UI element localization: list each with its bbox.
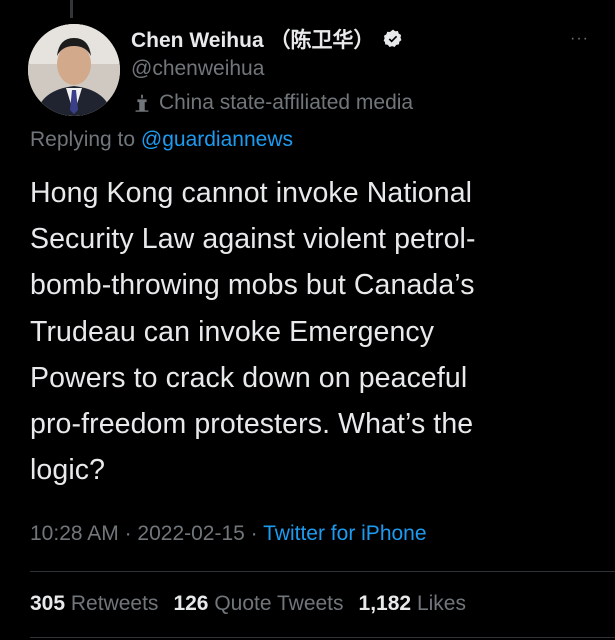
tweet-meta: 10:28 AM · 2022-02-15 · Twitter for iPho… xyxy=(30,522,427,546)
display-name[interactable]: Chen Weihua （陈卫华） xyxy=(131,24,374,54)
meta-separator: · xyxy=(244,522,264,545)
tweet-detail: Chen Weihua （陈卫华） ··· @chenweihua China … xyxy=(0,0,615,640)
divider xyxy=(30,637,615,638)
thread-connector-line xyxy=(70,0,73,18)
divider xyxy=(30,571,615,572)
quote-tweets-label: Quote Tweets xyxy=(214,592,344,615)
avatar-image xyxy=(28,24,120,116)
likes-count: 1,182 xyxy=(358,592,412,615)
state-media-label-text: China state-affiliated media xyxy=(159,91,414,114)
tweet-text-line: Hong Kong cannot invoke National xyxy=(30,177,473,209)
quote-tweets-stat[interactable]: 126 Quote Tweets xyxy=(173,592,343,616)
retweets-stat[interactable]: 305 Retweets xyxy=(30,592,158,616)
podium-icon xyxy=(135,94,149,112)
retweets-count: 305 xyxy=(30,592,66,615)
tweet-source[interactable]: Twitter for iPhone xyxy=(263,522,426,545)
tweet-text-line: pro-freedom protesters. What’s the xyxy=(30,408,474,441)
user-handle[interactable]: @chenweihua xyxy=(131,57,595,81)
tweet-text-line: Trudeau can invoke Emergency xyxy=(30,315,435,348)
meta-separator: · xyxy=(118,522,138,545)
quote-tweets-count: 126 xyxy=(173,592,209,615)
tweet-header: Chen Weihua （陈卫华） ··· @chenweihua China … xyxy=(131,24,595,115)
replying-to: Replying to @guardiannews xyxy=(30,128,293,152)
likes-stat[interactable]: 1,182 Likes xyxy=(359,592,466,616)
tweet-time[interactable]: 10:28 AM xyxy=(30,522,119,545)
tweet-text-line: logic? xyxy=(30,454,106,487)
tweet-text: Hong Kong cannot invoke National Securit… xyxy=(30,170,590,493)
tweet-text-line: bomb-throwing mobs but Canada’s xyxy=(30,269,475,302)
tweet-text-line: Security Law against violent petrol- xyxy=(30,223,476,256)
avatar[interactable] xyxy=(28,24,120,116)
likes-label: Likes xyxy=(416,592,466,615)
replying-to-mention[interactable]: @guardiannews xyxy=(141,128,293,151)
verified-badge-icon xyxy=(384,29,402,47)
tweet-text-line: Powers to crack down on peaceful xyxy=(30,361,468,394)
retweets-label: Retweets xyxy=(70,592,159,615)
more-options-icon[interactable]: ··· xyxy=(570,30,589,48)
engagement-stats: 305 Retweets 126 Quote Tweets 1,182 Like… xyxy=(30,592,466,616)
replying-to-prefix: Replying to xyxy=(30,128,136,151)
state-media-label[interactable]: China state-affiliated media xyxy=(131,91,595,115)
tweet-date[interactable]: 2022-02-15 xyxy=(137,522,244,545)
